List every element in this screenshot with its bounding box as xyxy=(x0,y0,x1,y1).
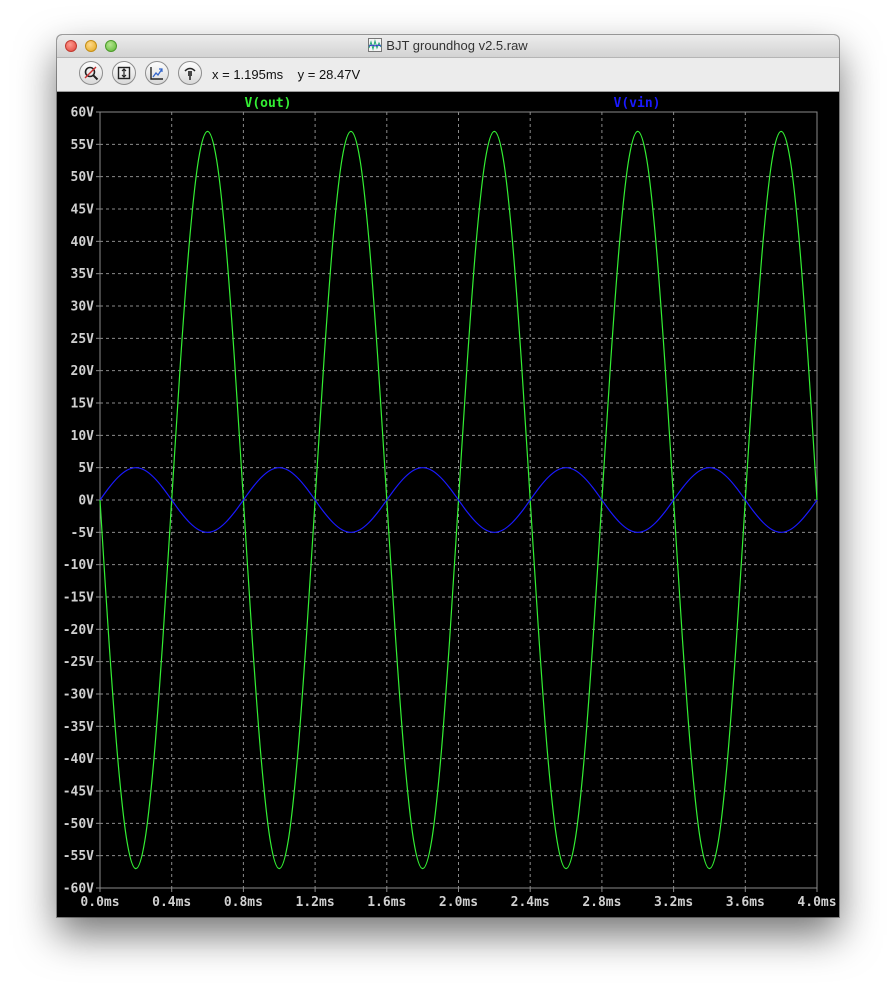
zoom-extents-icon xyxy=(117,66,131,80)
y-tick-label: 30V xyxy=(71,300,95,315)
y-tick-label: -60V xyxy=(63,882,94,897)
y-tick-label: 60V xyxy=(71,106,95,121)
waveform-window: BJT groundhog v2.5.raw x = 1.195ms y = 2… xyxy=(57,35,839,917)
x-tick-label: 4.0ms xyxy=(797,895,836,910)
window-title: BJT groundhog v2.5.raw xyxy=(57,38,839,55)
y-tick-label: 5V xyxy=(78,461,94,476)
y-tick-label: -55V xyxy=(63,849,94,864)
y-tick-label: 45V xyxy=(71,203,95,218)
cursor-readout: x = 1.195ms y = 28.47V xyxy=(212,67,360,82)
title-bar[interactable]: BJT groundhog v2.5.raw xyxy=(57,35,839,58)
y-tick-label: 50V xyxy=(71,170,95,185)
x-tick-label: 3.2ms xyxy=(654,895,693,910)
x-tick-label: 0.0ms xyxy=(80,895,119,910)
legend-v-out[interactable]: V(out) xyxy=(245,96,292,111)
x-tick-label: 2.4ms xyxy=(511,895,550,910)
toolbar: x = 1.195ms y = 28.47V xyxy=(57,58,839,92)
y-tick-label: -30V xyxy=(63,688,94,703)
waveform-file-icon xyxy=(368,38,383,55)
y-tick-label: 35V xyxy=(71,267,95,282)
x-tick-label: 0.4ms xyxy=(152,895,191,910)
y-tick-label: 40V xyxy=(71,235,95,250)
y-tick-label: -20V xyxy=(63,623,94,638)
y-tick-label: 10V xyxy=(71,429,95,444)
y-tick-label: -5V xyxy=(71,526,95,541)
y-tick-label: -35V xyxy=(63,720,94,735)
zoom-back-icon xyxy=(150,67,163,80)
waveform-chart[interactable]: 0.0ms 0.4ms 0.8ms 1.2ms 1.6ms 2.0ms 2.4ms 2.8ms… xyxy=(57,92,839,917)
y-tick-label: 25V xyxy=(71,332,95,347)
zoom-icon xyxy=(84,66,99,81)
zoom-back-button[interactable] xyxy=(145,61,169,85)
x-tick-label: 2.0ms xyxy=(439,895,478,910)
window-title-text: BJT groundhog v2.5.raw xyxy=(386,38,528,53)
y-tick-label: 0V xyxy=(78,494,94,509)
legend-v-vin[interactable]: V(vin) xyxy=(614,96,661,111)
x-tick-label: 3.6ms xyxy=(726,895,765,910)
x-tick-label: 2.8ms xyxy=(582,895,621,910)
y-tick-label: -45V xyxy=(63,785,94,800)
y-tick-label: -15V xyxy=(63,591,94,606)
plot-area[interactable]: 0.0ms 0.4ms 0.8ms 1.2ms 1.6ms 2.0ms 2.4ms 2.8ms… xyxy=(57,92,839,917)
y-tick-label: 55V xyxy=(71,138,95,153)
y-tick-label: -50V xyxy=(63,817,94,832)
zoom-extents-button[interactable] xyxy=(112,61,136,85)
cursor-x-readout: x = 1.195ms xyxy=(212,67,284,82)
y-tick-label: 20V xyxy=(71,364,95,379)
y-tick-label: -40V xyxy=(63,752,94,767)
x-tick-label: 1.6ms xyxy=(367,895,406,910)
y-tick-label: -25V xyxy=(63,655,94,670)
x-tick-label: 0.8ms xyxy=(224,895,263,910)
probe-icon xyxy=(184,67,196,80)
probe-button[interactable] xyxy=(178,61,202,85)
x-tick-label: 1.2ms xyxy=(296,895,335,910)
zoom-button[interactable] xyxy=(79,61,103,85)
y-tick-label: 15V xyxy=(71,397,95,412)
cursor-y-readout: y = 28.47V xyxy=(297,67,361,82)
y-tick-label: -10V xyxy=(63,558,94,573)
